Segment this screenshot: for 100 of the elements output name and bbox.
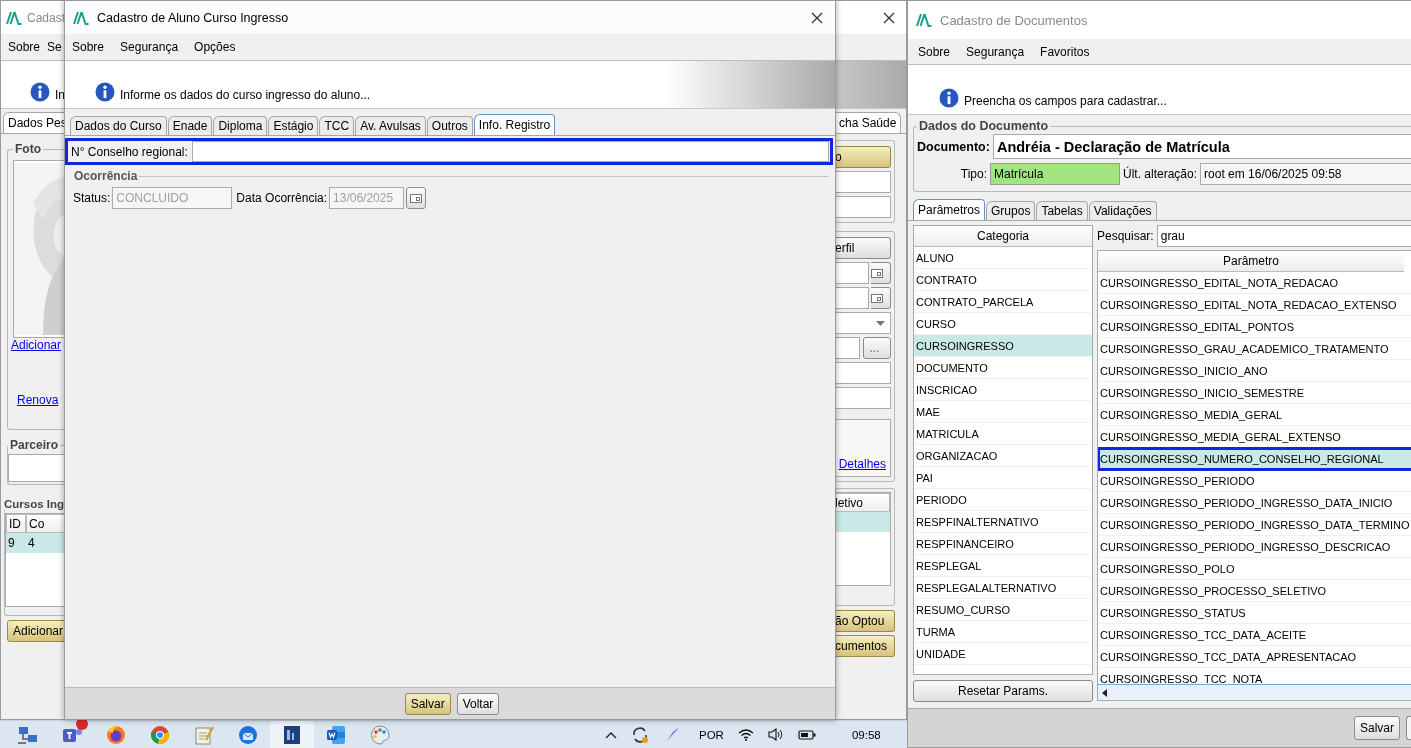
dropdown[interactable] [835,312,891,334]
tab[interactable]: TCC [319,116,355,135]
tab[interactable]: Grupos [986,201,1036,220]
tab[interactable]: Parâmetros [913,199,986,220]
parameter-item[interactable]: CURSOINGRESSO_INICIO_ANO [1098,360,1411,382]
parameter-item[interactable]: CURSOINGRESSO_MEDIA_GERAL [1098,404,1411,426]
save-button[interactable]: Salvar [1354,716,1400,740]
category-item[interactable]: ORGANIZACAO [914,445,1092,467]
action-button[interactable]: cumentos [835,635,895,657]
parameter-item[interactable]: CURSOINGRESSO_INICIO_SEMESTRE [1098,382,1411,404]
category-item[interactable]: RESPLEGALALTERNATIVO [914,577,1092,599]
tab[interactable]: Tabelas [1036,201,1088,220]
close-icon[interactable] [883,11,895,24]
tab[interactable]: Diploma [213,116,268,135]
parameter-item[interactable]: CURSOINGRESSO_PERIODO_INGRESSO_DATA_TERMINO [1098,514,1411,536]
parameter-item[interactable]: CURSOINGRESSO_EDITAL_PONTOS [1098,316,1411,338]
parameter-item[interactable]: CURSOINGRESSO_EDITAL_NOTA_REDACAO_EXTENSO [1098,294,1411,316]
tab[interactable]: Outros [426,116,473,135]
speaker-icon[interactable] [767,728,784,741]
parameter-item[interactable]: CURSOINGRESSO_TCC_DATA_ACEITE [1098,624,1411,646]
calendar-button[interactable] [871,287,891,309]
profile-button[interactable]: erfil [835,237,891,259]
tab[interactable]: cha Saúde [835,112,902,133]
battery-icon[interactable] [797,728,816,741]
scrollbar[interactable] [1098,684,1411,700]
search-field[interactable]: grau [1156,225,1411,247]
renew-link[interactable]: Renova [17,393,59,407]
category-item[interactable]: RESUMO_CURSO [914,599,1092,621]
category-item[interactable]: ALUNO [914,247,1092,269]
category-item[interactable]: MAE [914,401,1092,423]
category-item[interactable]: RESPFINANCEIRO [914,533,1092,555]
tab[interactable]: Dados do Curso [70,116,167,135]
document-field[interactable]: Andréia - Declaração de Matrícula [992,134,1411,159]
language-indicator[interactable]: POR [699,728,724,741]
action-button[interactable]: o [835,146,891,168]
menu-item[interactable]: Favoritos [1040,44,1090,59]
parameter-item[interactable]: CURSOINGRESSO_GRAU_ACADEMICO_TRATAMENTO [1098,338,1411,360]
parameter-item[interactable]: CURSOINGRESSO_TCC_DATA_APRESENTACAO [1098,646,1411,668]
taskbar-button[interactable] [270,720,314,748]
add-photo-link[interactable]: Adicionar [11,338,62,352]
date-field[interactable] [835,262,869,284]
menu-item[interactable]: Sobre [918,44,951,59]
category-item[interactable]: DOCUMENTO [914,357,1092,379]
add-button[interactable]: Adicionar [7,620,65,642]
category-item[interactable]: CONTRATO_PARCELA [914,291,1092,313]
parameter-item[interactable]: CURSOINGRESSO_STATUS [1098,602,1411,624]
menu-item[interactable]: Segurança [120,40,179,54]
text-field[interactable] [835,337,860,359]
date-field[interactable] [835,287,869,309]
clock-time[interactable]: 09:58 [851,728,881,741]
left-arrow-icon[interactable] [1102,688,1107,697]
save-button[interactable]: Salvar [404,692,451,715]
reset-button[interactable]: Resetar Params. [913,680,1093,702]
menu-item[interactable]: Segurança [966,44,1025,59]
category-item[interactable]: CURSOINGRESSO [914,335,1092,357]
parameter-item[interactable]: CURSOINGRESSO_PERIODO_INGRESSO_DESCRICAO [1098,536,1411,558]
parameter-item[interactable]: CURSOINGRESSO_NUMERO_CONSELHO_REGIONAL [1098,448,1411,470]
tab[interactable]: Validações [1088,201,1157,220]
text-field[interactable] [835,362,891,384]
caret-icon[interactable] [605,730,617,739]
parameter-item[interactable]: CURSOINGRESSO_EDITAL_NOTA_REDACAO [1098,272,1411,294]
menu-item[interactable]: Sobre [72,40,105,54]
type-field[interactable]: Matrícula [990,163,1120,185]
category-item[interactable]: MATRICULA [914,423,1092,445]
close-icon[interactable] [811,11,823,24]
action-button[interactable]: ão Optou [835,610,895,632]
sync-icon[interactable] [631,725,649,744]
category-item[interactable]: UNIDADE [914,643,1092,665]
parameter-item[interactable]: CURSOINGRESSO_PERIODO_INGRESSO_DATA_INICIO [1098,492,1411,514]
browse-button[interactable]: ... [863,337,891,359]
category-item[interactable]: RESPLEGAL [914,555,1092,577]
category-item[interactable]: INSCRICAO [914,379,1092,401]
info-text: In [55,88,65,102]
text-field[interactable] [835,387,891,409]
tab[interactable]: Av. Avulsas [355,116,426,135]
tab[interactable]: Info. Registro [473,114,556,135]
category-item[interactable]: CONTRATO [914,269,1092,291]
calendar-button[interactable] [406,187,427,209]
calendar-button[interactable] [871,262,891,284]
category-item[interactable]: TURMA [914,621,1092,643]
menu-item[interactable]: Sobre [8,40,41,54]
tab[interactable]: Enade [167,116,213,135]
input-field[interactable] [191,141,829,162]
menu-item[interactable]: Opções [194,40,236,54]
parameter-item[interactable]: CURSOINGRESSO_POLO [1098,558,1411,580]
parameter-item[interactable]: CURSOINGRESSO_PERIODO [1098,470,1411,492]
category-item[interactable]: RESPFINALTERNATIVO [914,511,1092,533]
category-item[interactable]: PERIODO [914,489,1092,511]
back-button[interactable]: Voltar [456,692,500,715]
wifi-icon[interactable] [737,728,754,741]
table-cell-text: 9 [7,535,16,552]
table-row[interactable]: 9 4 [6,533,65,553]
text-field[interactable] [835,171,891,193]
category-item[interactable]: PAI [914,467,1092,489]
menu-item[interactable]: Se [47,40,62,54]
palette-icon[interactable] [368,722,392,747]
parameter-item[interactable]: CURSOINGRESSO_PROCESSO_SELETIVO [1098,580,1411,602]
details-link[interactable]: Detalhes [838,457,886,471]
tab[interactable]: Estágio [268,116,319,135]
text-field[interactable] [835,196,891,218]
